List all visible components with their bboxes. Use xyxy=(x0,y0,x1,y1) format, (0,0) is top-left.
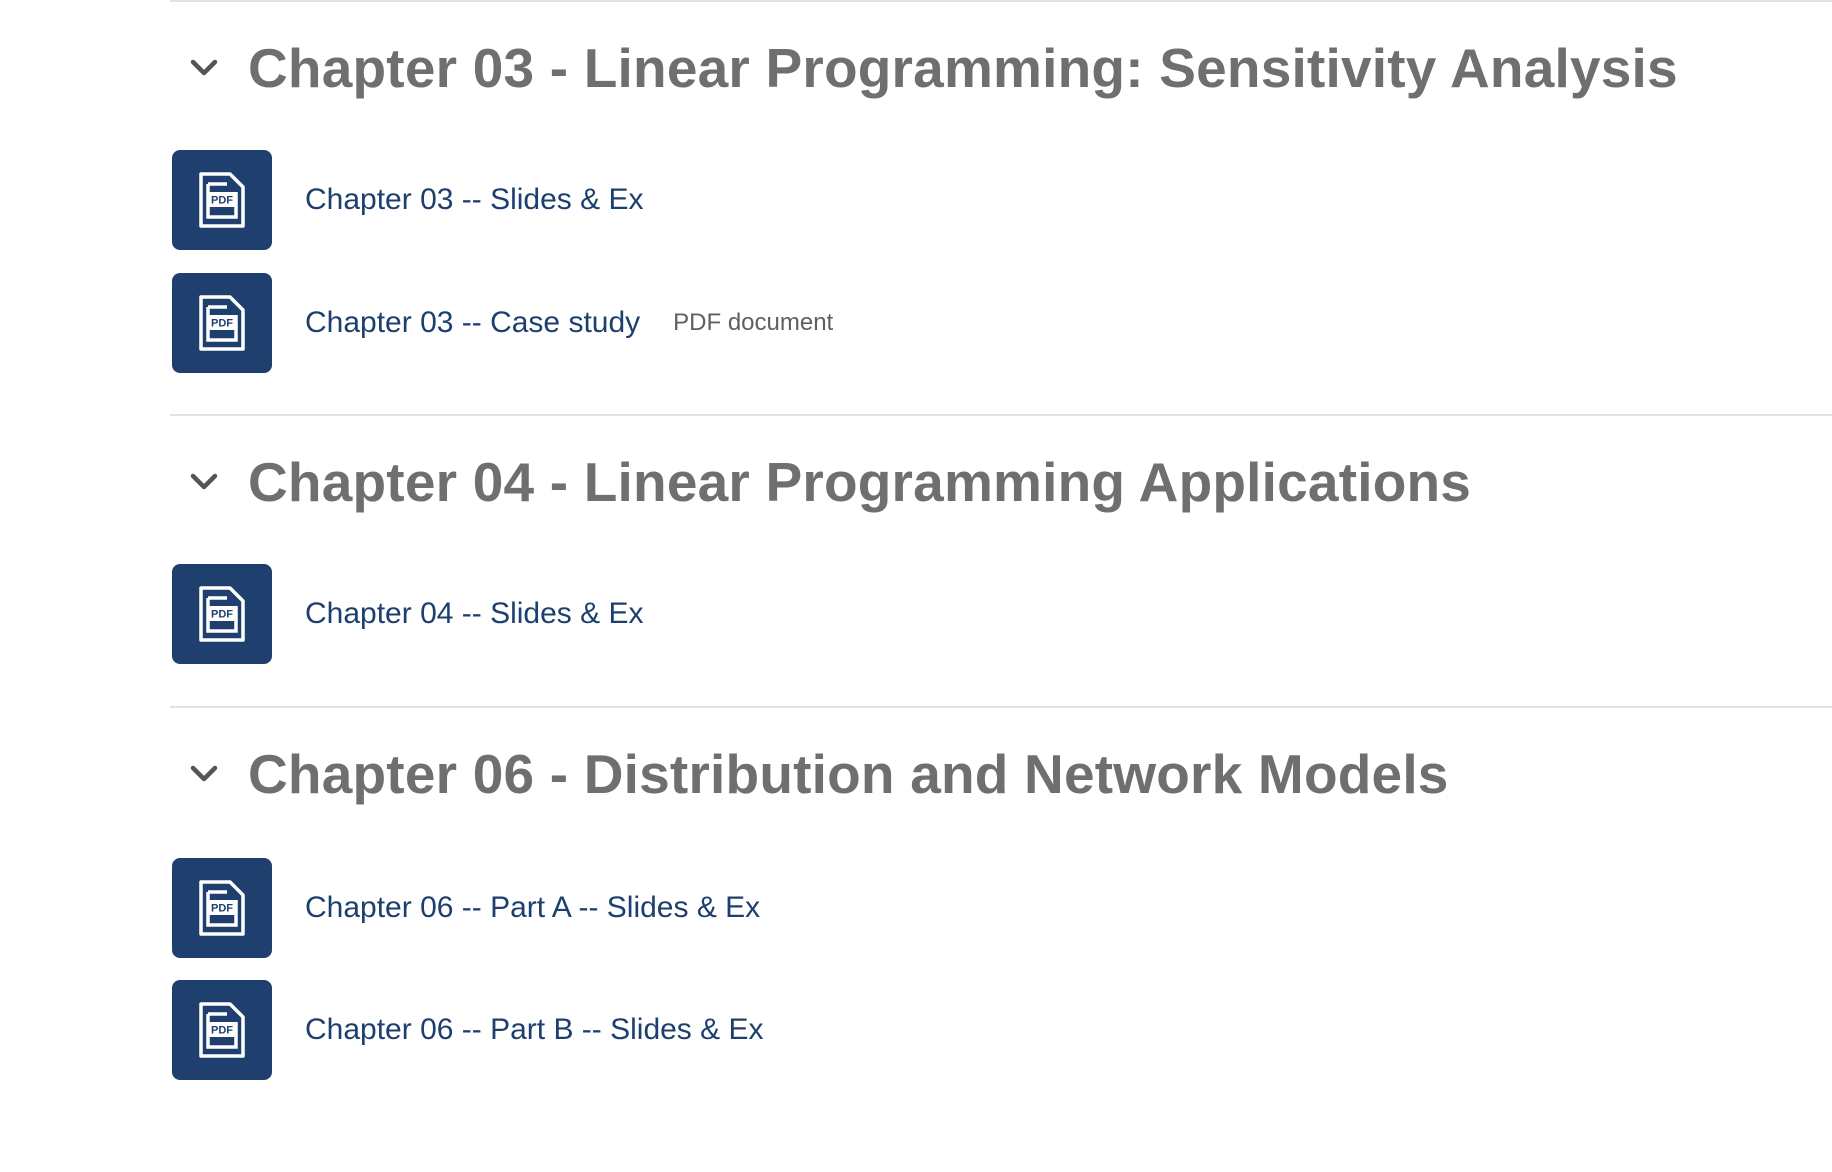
course-page: Chapter 03 - Linear Programming: Sensiti… xyxy=(0,0,1832,1172)
activity-item: PDF Chapter 04 -- Slides & Ex xyxy=(172,564,643,664)
pdf-file-icon[interactable]: PDF xyxy=(172,564,272,664)
activity-item: PDF Chapter 06 -- Part A -- Slides & Ex xyxy=(172,858,760,958)
activity-link[interactable]: Chapter 03 -- Slides & Ex xyxy=(305,183,643,217)
section-header: Chapter 04 - Linear Programming Applicat… xyxy=(170,450,1471,514)
chevron-down-icon[interactable] xyxy=(184,462,224,502)
activity-item: PDF Chapter 03 -- Case study PDF documen… xyxy=(172,273,833,373)
course-section: Chapter 06 - Distribution and Network Mo… xyxy=(170,706,1832,1172)
svg-text:PDF: PDF xyxy=(211,318,233,330)
section-title[interactable]: Chapter 06 - Distribution and Network Mo… xyxy=(248,742,1449,806)
course-section: Chapter 04 - Linear Programming Applicat… xyxy=(170,414,1832,710)
section-title[interactable]: Chapter 03 - Linear Programming: Sensiti… xyxy=(248,36,1678,100)
pdf-file-icon[interactable]: PDF xyxy=(172,980,272,1080)
activity-item: PDF Chapter 03 -- Slides & Ex xyxy=(172,150,643,250)
section-title[interactable]: Chapter 04 - Linear Programming Applicat… xyxy=(248,450,1471,514)
svg-text:PDF: PDF xyxy=(211,1025,233,1037)
activity-link[interactable]: Chapter 04 -- Slides & Ex xyxy=(305,597,643,631)
pdf-file-icon[interactable]: PDF xyxy=(172,858,272,958)
file-type-label: PDF document xyxy=(673,309,834,336)
course-section: Chapter 03 - Linear Programming: Sensiti… xyxy=(170,0,1832,418)
svg-text:PDF: PDF xyxy=(211,195,233,207)
pdf-file-icon[interactable]: PDF xyxy=(172,150,272,250)
section-header: Chapter 03 - Linear Programming: Sensiti… xyxy=(170,36,1678,100)
chevron-down-icon[interactable] xyxy=(184,48,224,88)
activity-item: PDF Chapter 06 -- Part B -- Slides & Ex xyxy=(172,980,764,1080)
activity-link[interactable]: Chapter 06 -- Part A -- Slides & Ex xyxy=(305,891,760,925)
svg-text:PDF: PDF xyxy=(211,903,233,915)
chevron-down-icon[interactable] xyxy=(184,754,224,794)
pdf-file-icon[interactable]: PDF xyxy=(172,273,272,373)
section-header: Chapter 06 - Distribution and Network Mo… xyxy=(170,742,1449,806)
activity-link[interactable]: Chapter 06 -- Part B -- Slides & Ex xyxy=(305,1013,764,1047)
activity-link[interactable]: Chapter 03 -- Case study xyxy=(305,306,640,340)
svg-text:PDF: PDF xyxy=(211,609,233,621)
